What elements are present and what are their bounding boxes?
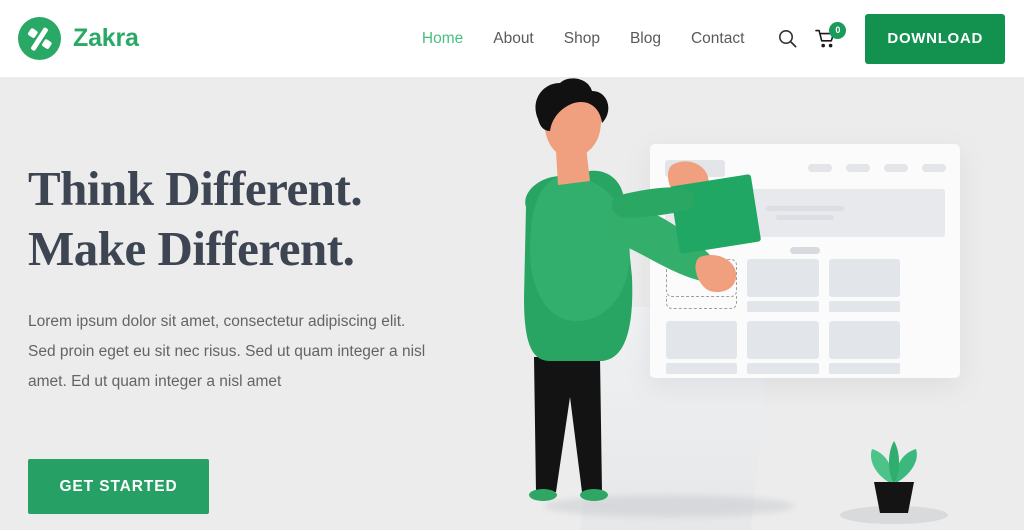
hero-title-line-1: Think Different.: [28, 161, 363, 216]
site-header: Zakra Home About Shop Blog Contact 0 DOW…: [0, 0, 1024, 77]
brand-logo-link[interactable]: Zakra: [18, 17, 139, 60]
hero-section: Think Different. Make Different. Lorem i…: [0, 77, 1024, 530]
hero-title: Think Different. Make Different.: [28, 159, 498, 279]
hero-paragraph: Lorem ipsum dolor sit amet, consectetur …: [28, 313, 426, 390]
nav-item-home[interactable]: Home: [422, 30, 463, 48]
cart-count-badge: 0: [829, 21, 847, 39]
cart-button[interactable]: 0: [815, 21, 847, 49]
brand-name: Zakra: [73, 24, 139, 52]
green-card-held: [669, 174, 761, 254]
person-shoe-left: [529, 489, 557, 501]
hero-title-line-2: Make Different.: [28, 221, 355, 276]
plant-pot: [874, 482, 914, 513]
zakra-circle-slash-logo-icon: [18, 17, 61, 60]
potted-plant-illustration: [840, 441, 948, 524]
search-button[interactable]: [778, 29, 797, 48]
get-started-button[interactable]: GET STARTED: [28, 459, 209, 514]
hero-illustration: [504, 77, 1024, 530]
hero-copy: Think Different. Make Different. Lorem i…: [28, 159, 498, 397]
search-icon: [779, 30, 797, 48]
person-shoe-right: [580, 489, 608, 501]
person-legs: [534, 357, 602, 492]
nav-item-shop[interactable]: Shop: [564, 30, 600, 48]
person-hand-lower: [695, 254, 737, 293]
nav-item-about[interactable]: About: [493, 30, 534, 48]
nav-item-contact[interactable]: Contact: [691, 30, 744, 48]
header-tools: 0: [778, 21, 847, 49]
main-navigation: Home About Shop Blog Contact: [422, 30, 745, 48]
nav-item-blog[interactable]: Blog: [630, 30, 661, 48]
download-button[interactable]: DOWNLOAD: [865, 13, 1005, 64]
